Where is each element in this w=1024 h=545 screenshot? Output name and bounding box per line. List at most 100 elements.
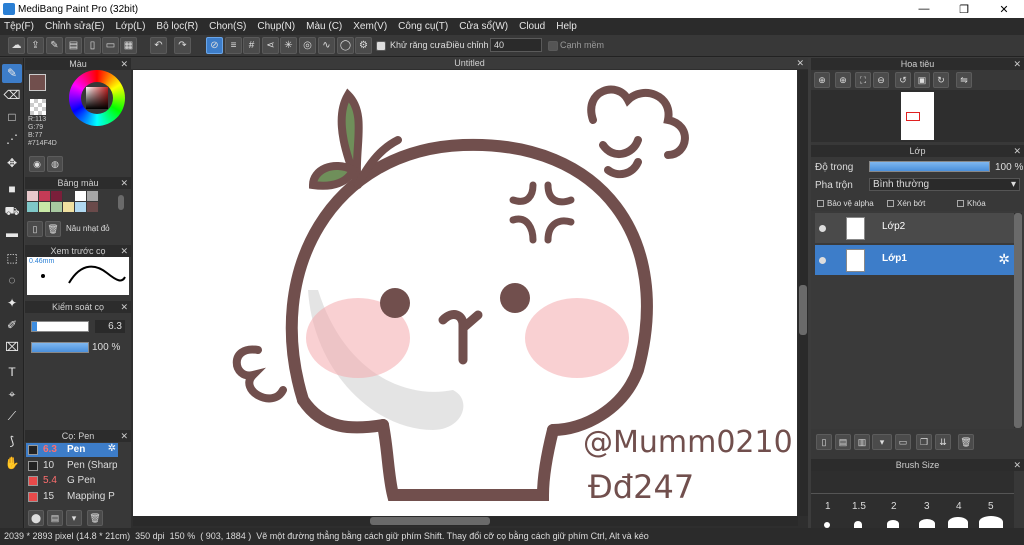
menu-select[interactable]: Chọn(S) bbox=[209, 21, 246, 32]
palette-swatch[interactable] bbox=[51, 191, 62, 201]
menu-window[interactable]: Cửa sổ(W) bbox=[459, 21, 508, 32]
fill-rect-tool-icon[interactable]: ■ bbox=[2, 180, 22, 199]
menu-view[interactable]: Xem(V) bbox=[353, 21, 387, 32]
palette-swatch[interactable] bbox=[51, 202, 62, 212]
gradient-tool-icon[interactable]: ▬ bbox=[2, 224, 22, 243]
close-icon[interactable]: ✕ bbox=[120, 430, 128, 442]
transparent-swatch[interactable] bbox=[30, 99, 46, 115]
palette-swatch[interactable] bbox=[63, 202, 74, 212]
select-eraser-tool-icon[interactable]: ⌧ bbox=[2, 338, 22, 357]
palette-swatch[interactable] bbox=[87, 202, 98, 212]
menu-filter[interactable]: Bộ lọc(R) bbox=[156, 21, 198, 32]
zoom-in-alt-icon[interactable]: ⊕ bbox=[835, 72, 851, 88]
soft-edge-checkbox[interactable] bbox=[548, 41, 558, 51]
zoom-in-icon[interactable]: ⊕ bbox=[814, 72, 830, 88]
brush-tool-icon[interactable]: ✎ bbox=[2, 64, 22, 83]
layer-list-scrollbar[interactable] bbox=[1014, 213, 1022, 428]
add-layer-menu-icon[interactable]: ▾ bbox=[872, 434, 892, 450]
brush-item-pen[interactable]: 6.3 Pen ✲ bbox=[26, 443, 118, 457]
menu-file[interactable]: Tệp(F) bbox=[4, 21, 34, 32]
undo-icon[interactable]: ↶ bbox=[150, 37, 167, 54]
protect-alpha-checkbox[interactable] bbox=[817, 200, 824, 207]
brush-settings-icon[interactable]: ▾ bbox=[66, 510, 82, 526]
delete-brush-icon[interactable]: 🗑 bbox=[87, 510, 103, 526]
eye-icon[interactable] bbox=[819, 257, 826, 264]
rectangle-tool-icon[interactable]: □ bbox=[2, 108, 22, 127]
brush-item-g-pen[interactable]: 5.4 G Pen bbox=[26, 474, 118, 488]
canvas-tab[interactable]: Untitled ✕ bbox=[131, 58, 808, 69]
snap-off-icon[interactable]: ⊘ bbox=[206, 37, 223, 54]
cloud-save-icon[interactable]: ▤ bbox=[65, 37, 82, 54]
canvas-horizontal-scrollbar[interactable] bbox=[133, 516, 798, 526]
layer-row-2[interactable]: Lớp2 bbox=[815, 213, 1014, 243]
brush-size-input[interactable]: 6.3 bbox=[95, 320, 125, 333]
palette-scrollbar[interactable] bbox=[118, 195, 124, 210]
delete-layer-icon[interactable]: 🗑 bbox=[958, 434, 974, 450]
menu-layer[interactable]: Lớp(L) bbox=[116, 21, 146, 32]
navigator-viewport[interactable] bbox=[906, 112, 920, 121]
layer-row-1[interactable]: Lớp1 ✲ bbox=[815, 245, 1014, 275]
brush-size-1-5[interactable]: 1.5 bbox=[852, 501, 866, 512]
lock-checkbox[interactable] bbox=[957, 200, 964, 207]
correction-input[interactable]: 40 bbox=[490, 38, 542, 52]
flip-icon[interactable]: ⇋ bbox=[956, 72, 972, 88]
page-icon[interactable]: ▭ bbox=[102, 37, 119, 54]
fullscreen-icon[interactable]: ▣ bbox=[914, 72, 930, 88]
operation-tool-icon[interactable]: ⌖ bbox=[2, 385, 22, 404]
palette-swatch[interactable] bbox=[75, 202, 86, 212]
brush-size-2[interactable]: 2 bbox=[891, 501, 897, 512]
palette-swatch[interactable] bbox=[39, 202, 50, 212]
antialias-checkbox[interactable] bbox=[376, 41, 386, 51]
add-brush-icon[interactable]: ⬤ bbox=[28, 510, 44, 526]
close-icon[interactable]: ✕ bbox=[120, 177, 128, 189]
grid-snap-icon[interactable]: # bbox=[243, 37, 260, 54]
color-set-icon[interactable]: ◍ bbox=[47, 156, 63, 172]
merge-down-icon[interactable]: ⇊ bbox=[935, 434, 951, 450]
new-layer-1bit-icon[interactable]: ▥ bbox=[854, 434, 870, 450]
close-icon[interactable]: ✕ bbox=[120, 245, 128, 257]
grid-icon[interactable]: ▦ bbox=[120, 37, 137, 54]
foreground-color-swatch[interactable] bbox=[29, 74, 46, 91]
select-pen-tool-icon[interactable]: ✐ bbox=[2, 316, 22, 335]
close-icon[interactable]: ✕ bbox=[1013, 58, 1021, 70]
navigator-preview[interactable] bbox=[811, 90, 1024, 142]
palette-swatch[interactable] bbox=[75, 191, 86, 201]
dot-tool-icon[interactable]: ⋰ bbox=[2, 130, 22, 149]
zoom-out-icon[interactable]: ⊖ bbox=[873, 72, 889, 88]
duplicate-layer-icon[interactable]: ❐ bbox=[916, 434, 932, 450]
drawing-canvas[interactable]: @Mumm0210 Đđ247 bbox=[133, 70, 797, 516]
menu-color[interactable]: Màu (C) bbox=[306, 21, 342, 32]
curve-snap-icon[interactable]: ∿ bbox=[318, 37, 335, 54]
eyedropper-tool-icon[interactable]: ⟆ bbox=[2, 432, 22, 451]
document-icon[interactable]: ▯ bbox=[84, 37, 101, 54]
brush-size-4[interactable]: 4 bbox=[956, 501, 962, 512]
brush-item-mapping-pen[interactable]: 15 Mapping P bbox=[26, 490, 118, 504]
color-wheel[interactable] bbox=[69, 70, 125, 126]
bucket-tool-icon[interactable]: ⛟ bbox=[2, 202, 22, 221]
new-palette-icon[interactable]: ▯ bbox=[27, 221, 43, 237]
brush-size-5[interactable]: 5 bbox=[988, 501, 994, 512]
hand-tool-icon[interactable]: ✋ bbox=[2, 454, 22, 473]
brush-opacity-slider[interactable] bbox=[31, 342, 89, 353]
brush-size-slider[interactable] bbox=[31, 321, 89, 332]
minimize-button[interactable]: — bbox=[904, 0, 944, 18]
color-mode-icon[interactable]: ◉ bbox=[29, 156, 45, 172]
select-tool-icon[interactable]: ⬚ bbox=[2, 249, 22, 268]
menu-help[interactable]: Help bbox=[556, 21, 577, 32]
new-layer-8bit-icon[interactable]: ▤ bbox=[835, 434, 851, 450]
magic-wand-tool-icon[interactable]: ✦ bbox=[2, 294, 22, 313]
divide-tool-icon[interactable]: ⟋ bbox=[2, 407, 22, 426]
close-icon[interactable]: ✕ bbox=[1013, 145, 1021, 157]
rotate-left-icon[interactable]: ↺ bbox=[895, 72, 911, 88]
circle-snap-icon[interactable]: ◎ bbox=[299, 37, 316, 54]
text-tool-icon[interactable]: T bbox=[2, 363, 22, 382]
ellipse-snap-icon[interactable]: ◯ bbox=[337, 37, 354, 54]
menu-snap[interactable]: Chụp(N) bbox=[257, 21, 295, 32]
gear-icon[interactable]: ✲ bbox=[998, 251, 1010, 268]
blend-mode-select[interactable]: Bình thường ▾ bbox=[869, 178, 1020, 191]
perspective-snap-icon[interactable]: ⋖ bbox=[262, 37, 279, 54]
menu-cloud[interactable]: Cloud bbox=[519, 21, 545, 32]
parallel-snap-icon[interactable]: ≡ bbox=[225, 37, 242, 54]
close-icon[interactable]: ✕ bbox=[1013, 459, 1021, 471]
close-icon[interactable]: ✕ bbox=[120, 301, 128, 313]
